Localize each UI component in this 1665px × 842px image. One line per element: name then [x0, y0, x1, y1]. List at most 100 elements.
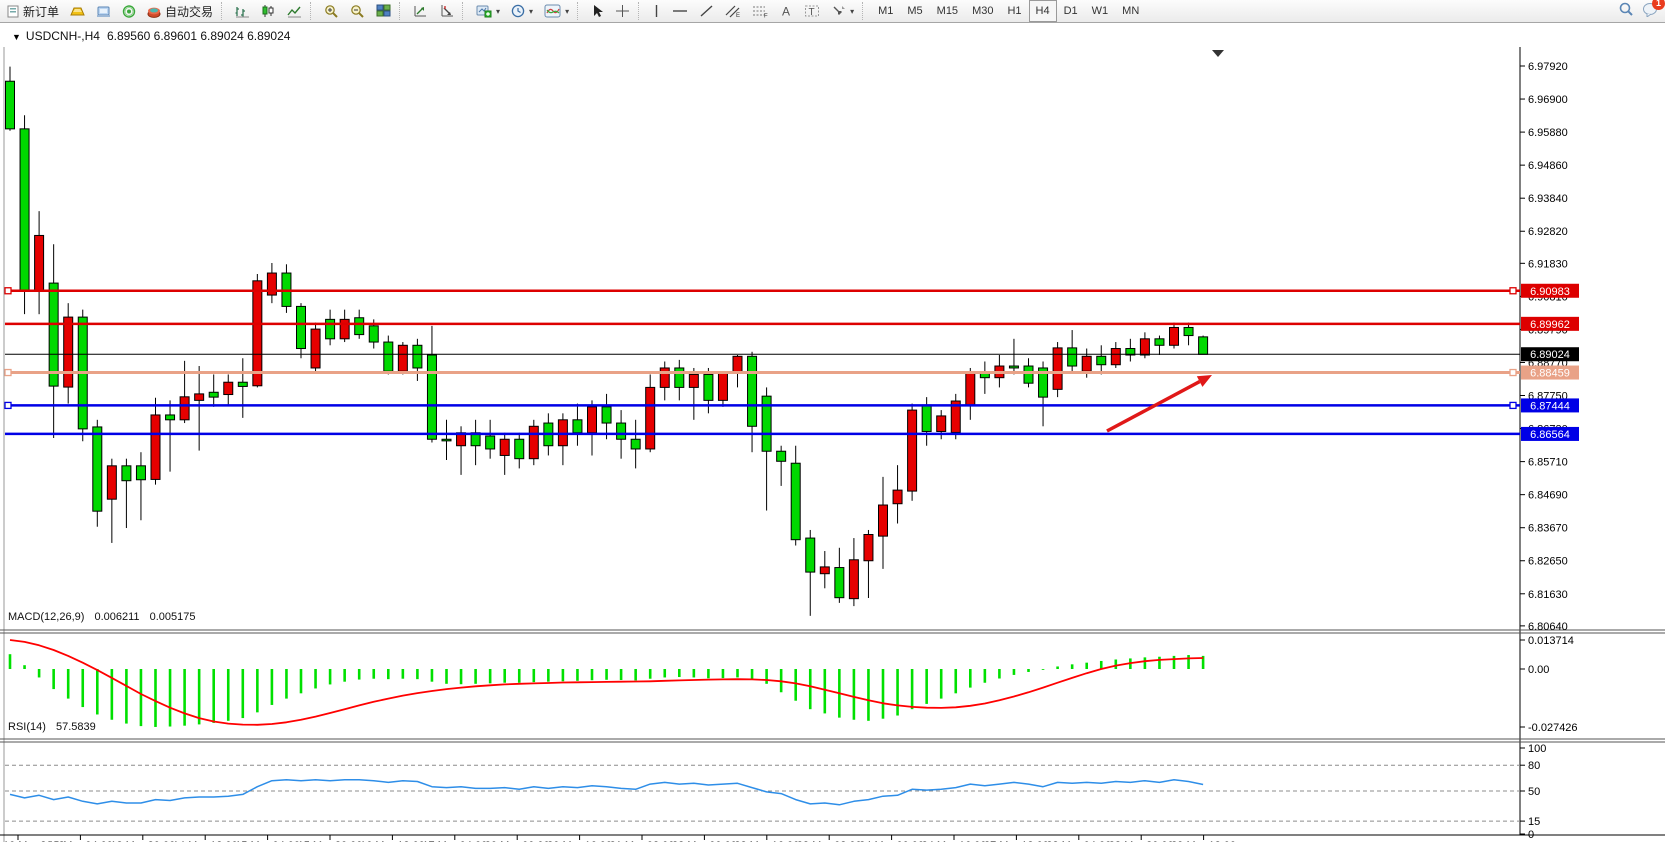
shapes-tool-button[interactable]: ▾ — [826, 0, 859, 22]
search-icon[interactable] — [1618, 1, 1634, 22]
chevron-down-icon: ▾ — [565, 7, 569, 16]
timeframe-button-M1[interactable]: M1 — [871, 0, 900, 22]
timeframe-button-MN[interactable]: MN — [1115, 0, 1146, 22]
timeframe-button-H1[interactable]: H1 — [1000, 0, 1028, 22]
tile-windows-button[interactable] — [371, 0, 396, 22]
svg-text:F: F — [764, 14, 768, 19]
svg-text:-0.027426: -0.027426 — [1528, 722, 1578, 734]
svg-text:6.88459: 6.88459 — [1530, 368, 1570, 380]
toolbar-separator — [862, 2, 868, 20]
fibonacci-tool-button[interactable]: F — [747, 0, 774, 22]
arrange-cascade-button[interactable] — [434, 0, 459, 22]
auto-trading-button[interactable]: 自动交易 — [142, 0, 218, 22]
timeframe-button-M15[interactable]: M15 — [930, 0, 965, 22]
zoom-in-icon — [324, 4, 339, 18]
line-chart-button[interactable] — [282, 0, 307, 22]
svg-text:100: 100 — [1528, 743, 1546, 755]
auto-trading-label: 自动交易 — [165, 3, 213, 20]
line-chart-icon — [287, 4, 302, 18]
crosshair-icon — [615, 4, 630, 18]
arrange-cascade-icon — [439, 4, 454, 18]
svg-text:6.96900: 6.96900 — [1528, 94, 1568, 106]
notifications-button[interactable]: 1 — [1642, 1, 1659, 22]
svg-text:50: 50 — [1528, 786, 1540, 798]
timeframe-button-W1[interactable]: W1 — [1085, 0, 1116, 22]
text-tool-button[interactable]: A — [775, 0, 798, 22]
new-chart-button[interactable]: ▾ — [471, 0, 505, 22]
collapse-triangle-icon[interactable]: ▼ — [12, 32, 21, 42]
svg-text:6.95880: 6.95880 — [1528, 127, 1568, 139]
svg-text:6.83670: 6.83670 — [1528, 523, 1568, 535]
svg-text:6.93840: 6.93840 — [1528, 193, 1568, 205]
timeframe-button-M5[interactable]: M5 — [900, 0, 929, 22]
signal-icon — [122, 5, 136, 18]
market-watch-button[interactable] — [91, 0, 116, 22]
arrange-charts-icon — [413, 4, 428, 18]
candlestick-chart-icon — [261, 4, 276, 18]
chart-symbol-period: USDCNH-,H4 — [26, 29, 100, 43]
new-order-icon — [7, 5, 20, 18]
text-icon: A — [780, 4, 793, 18]
toolbar-right-group: 1 — [1618, 1, 1659, 22]
svg-text:6.89962: 6.89962 — [1530, 319, 1570, 331]
text-label-tool-button[interactable]: T — [799, 0, 825, 22]
arrange-charts-button[interactable] — [408, 0, 433, 22]
new-order-label: 新订单 — [23, 3, 59, 20]
svg-text:6.82650: 6.82650 — [1528, 556, 1568, 568]
timeframe-button-H4[interactable]: H4 — [1029, 0, 1057, 22]
crosshair-tool-button[interactable] — [610, 0, 635, 22]
chevron-down-icon: ▾ — [850, 7, 854, 16]
svg-text:80: 80 — [1528, 760, 1540, 772]
svg-text:6.91830: 6.91830 — [1528, 258, 1568, 270]
bar-chart-button[interactable] — [230, 0, 255, 22]
svg-text:T: T — [809, 7, 815, 18]
chevron-down-icon: ▾ — [529, 7, 533, 16]
chart-area[interactable]: 6.979206.969006.958806.948606.938406.928… — [0, 23, 1665, 842]
horizontal-line-tool-button[interactable] — [667, 0, 693, 22]
trendline-icon — [699, 4, 714, 18]
svg-text:15: 15 — [1528, 816, 1540, 828]
toolbar-separator — [577, 2, 583, 20]
period-clock-icon — [511, 4, 525, 18]
new-chart-icon — [476, 4, 492, 18]
bar-chart-icon — [235, 4, 250, 18]
svg-text:6.84690: 6.84690 — [1528, 490, 1568, 502]
trendline-tool-button[interactable] — [694, 0, 719, 22]
gold-ingot-button[interactable] — [65, 0, 90, 22]
indicators-button[interactable]: ▾ — [539, 0, 574, 22]
svg-text:6.94860: 6.94860 — [1528, 160, 1568, 172]
market-watch-icon — [96, 5, 111, 18]
tile-windows-icon — [376, 4, 391, 18]
cursor-tool-button[interactable] — [586, 0, 609, 22]
svg-text:6.89024: 6.89024 — [1530, 349, 1570, 361]
svg-text:6.90983: 6.90983 — [1530, 286, 1570, 298]
vertical-line-icon — [652, 4, 661, 18]
svg-text:6.97920: 6.97920 — [1528, 61, 1568, 73]
timeframe-button-D1[interactable]: D1 — [1057, 0, 1085, 22]
svg-text:0: 0 — [1528, 829, 1534, 841]
gold-ingot-icon — [70, 5, 85, 18]
zoom-out-button[interactable] — [345, 0, 370, 22]
rsi-value: 57.5839 — [56, 721, 96, 733]
notification-badge: 1 — [1652, 0, 1665, 10]
timeframe-group: M1M5M15M30H1H4D1W1MN — [871, 0, 1146, 22]
timeframe-button-M30[interactable]: M30 — [965, 0, 1000, 22]
main-toolbar: 新订单 自动交易 — [0, 0, 1665, 23]
macd-name: MACD(12,26,9) — [8, 611, 84, 623]
period-button[interactable]: ▾ — [506, 0, 538, 22]
toolbar-separator — [462, 2, 468, 20]
chevron-down-icon: ▾ — [496, 7, 500, 16]
new-order-button[interactable]: 新订单 — [2, 0, 64, 22]
cursor-icon — [591, 4, 604, 18]
svg-text:6.80640: 6.80640 — [1528, 621, 1568, 633]
chart-ohlc-values: 6.89560 6.89601 6.89024 6.89024 — [107, 29, 291, 43]
channel-tool-button[interactable]: E — [720, 0, 746, 22]
signal-button[interactable] — [117, 0, 141, 22]
shapes-icon — [831, 4, 846, 18]
svg-text:E: E — [736, 13, 740, 18]
zoom-in-button[interactable] — [319, 0, 344, 22]
macd-signal-value: 0.005175 — [150, 611, 196, 623]
channel-icon: E — [725, 4, 741, 18]
candlestick-chart-button[interactable] — [256, 0, 281, 22]
vertical-line-tool-button[interactable] — [647, 0, 666, 22]
